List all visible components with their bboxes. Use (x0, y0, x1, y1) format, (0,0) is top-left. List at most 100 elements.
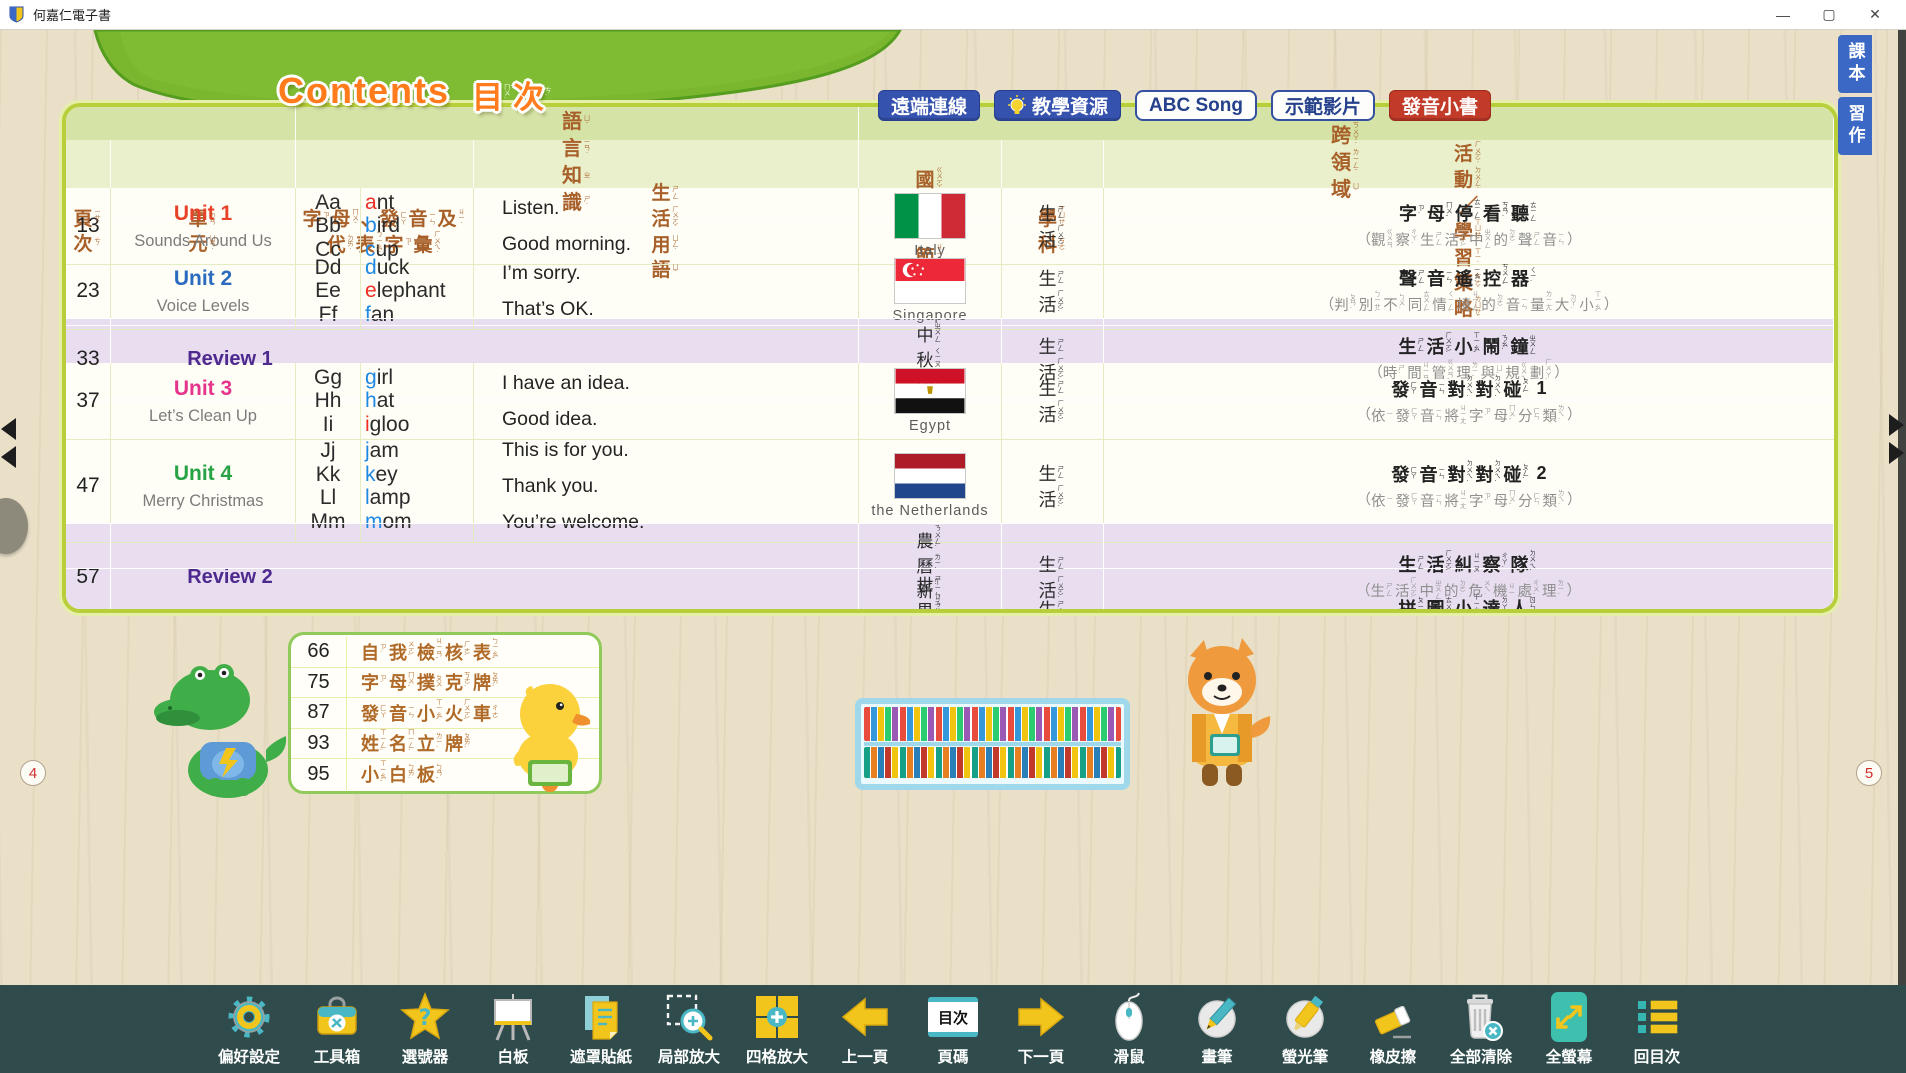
next-page-edge-arrow[interactable] (1889, 414, 1904, 436)
toolbar-label: 畫筆 (1202, 1045, 1233, 1067)
prev-page-edge-arrow[interactable] (1, 446, 16, 468)
page-widget-label: 目次 (938, 1007, 968, 1028)
tab-workbook[interactable]: 習作 (1838, 97, 1872, 155)
lightbulb-icon (1007, 94, 1027, 118)
phrase: Listen. (502, 190, 559, 226)
left-page-indicator: 4 (20, 760, 46, 786)
toolbar-number-picker[interactable]: ? 選號器 (394, 991, 456, 1067)
phrase: I’m sorry. (502, 255, 581, 291)
remote-connect-button[interactable]: 遠端連線 (878, 90, 980, 121)
extra-page-number: 66 (291, 637, 347, 667)
flag-egypt (894, 368, 966, 414)
activity-cell: 發ㄈㄚ音ㄧㄣ對ㄉㄨㄟˋ對ㄉㄨㄟˋ碰ㄆㄥˋ 1 （依ㄧ發ㄈㄚ音ㄧㄣ將ㄐㄧㄤ字ㄗˋ母… (1104, 363, 1834, 440)
toolbar-quad-zoom[interactable]: 四格放大 (746, 991, 808, 1067)
letter-pair: Jj (320, 439, 335, 463)
page-number: 61 (66, 568, 111, 613)
next-page-edge-arrow[interactable] (1889, 442, 1904, 464)
extra-page-number: 75 (291, 668, 347, 698)
toolbar-clear-all[interactable]: 全部清除 (1450, 991, 1512, 1067)
toolbar-eraser[interactable]: 橡皮擦 (1362, 991, 1424, 1067)
vocab-word: hat (365, 389, 394, 413)
svg-text:?: ? (419, 1006, 432, 1031)
minimize-button[interactable]: — (1760, 0, 1806, 29)
prev-page-tab[interactable] (0, 498, 28, 554)
letter-pair: Dd (315, 256, 342, 280)
extra-page-number: 87 (291, 698, 347, 728)
review-title: Final Review (115, 610, 345, 613)
app-logo-icon (8, 6, 25, 23)
vocab-word: girl (365, 366, 393, 390)
table-row-unit4: 47 Unit 4 Merry Christmas Jj Kk Ll Mm ja… (66, 430, 1834, 523)
page-title: Contents 目ㄇㄨˋ次ㄘˋ (278, 70, 554, 117)
bookshelf-row (864, 747, 1121, 778)
bookshelf-illustration (855, 698, 1130, 790)
phrase: I have an idea. (502, 365, 630, 401)
contents-title-en: Contents (278, 70, 450, 112)
tab-textbook[interactable]: 課本 (1838, 35, 1872, 93)
toolbar-page-number[interactable]: 目次 頁碼 (922, 991, 984, 1067)
prev-page-edge-arrow[interactable] (1, 418, 16, 440)
activity-title: 發ㄈㄚ音ㄧㄣ對ㄉㄨㄟˋ對ㄉㄨㄟˋ碰ㄆㄥˋ 1 (1391, 376, 1546, 402)
abc-song-button[interactable]: ABC Song (1135, 90, 1257, 121)
toolbar-label: 偏好設定 (218, 1045, 280, 1067)
bookshelf-shelf (864, 742, 1121, 746)
toolbar-label: 全部清除 (1450, 1045, 1512, 1067)
demo-video-button[interactable]: 示範影片 (1271, 90, 1375, 121)
toolbar-pen[interactable]: 畫筆 (1186, 991, 1248, 1067)
activity-title: 發ㄈㄚ音ㄧㄣ對ㄉㄨㄟˋ對ㄉㄨㄟˋ碰ㄆㄥˋ 2 (1391, 461, 1546, 487)
toolbar-prev-page[interactable]: 上一頁 (834, 991, 896, 1067)
flag-singapore (894, 258, 966, 304)
toolbar-whiteboard[interactable]: 白板 (482, 991, 544, 1067)
close-button[interactable]: ✕ (1852, 0, 1898, 29)
toolbar-mouse[interactable]: 滑鼠 (1098, 991, 1160, 1067)
page-canvas: Contents 目ㄇㄨˋ次ㄘˋ 遠端連線 教學資源 ABC Song 示範影片 (0, 30, 1906, 985)
toolbar-label: 選號器 (402, 1045, 449, 1067)
phonics-book-label: 發音小書 (1402, 92, 1478, 119)
subject-cell: 生ㄕㄥ活ㄏㄨㄛˊ (1002, 568, 1104, 613)
contents-table: 語ㄩˇ言ㄧㄢˊ知ㄓ識ㄕˋ 跨ㄎㄨㄚˋ領ㄌㄧㄥˇ域ㄩˋ 頁ㄧㄝˋ次ㄘˋ 單ㄉㄢ元ㄩ… (62, 103, 1838, 613)
table-row-review2: 57 Review 2 農ㄋㄨㄥˊ曆ㄌㄧˋ新ㄒㄧㄣ年ㄋㄧㄢˊ 生ㄕㄥ活ㄏㄨㄛˊ … (66, 523, 1834, 568)
arrow-right-icon (1013, 991, 1069, 1043)
toolbar-partial-zoom[interactable]: 局部放大 (658, 991, 720, 1067)
toolbar-toolbox[interactable]: 工具箱 (306, 991, 368, 1067)
phonics-book-button[interactable]: 發音小書 (1389, 90, 1491, 121)
maximize-button[interactable]: ▢ (1806, 0, 1852, 29)
review-title-cell: Final Review (111, 568, 859, 613)
toolbar-back-to-contents[interactable]: 回目次 (1626, 991, 1688, 1067)
teaching-resources-button[interactable]: 教學資源 (994, 90, 1121, 121)
toolbar-label: 白板 (497, 1045, 528, 1067)
extra-page-number: 95 (291, 759, 347, 790)
unit-title: Unit 3 (174, 373, 232, 405)
toolbar-preferences[interactable]: 偏好設定 (218, 991, 280, 1067)
vocab-word: duck (365, 256, 409, 280)
country-cell: Egypt (859, 363, 1002, 440)
vocab-word: ant (365, 191, 394, 215)
toolbar-fullscreen[interactable]: 全螢幕 (1538, 991, 1600, 1067)
toolbar-mask-sticker[interactable]: 遮罩貼紙 (570, 991, 632, 1067)
subject-cell: 生ㄕㄥ活ㄏㄨㄛˊ (1002, 363, 1104, 440)
trash-clear-icon (1453, 991, 1509, 1043)
activity-title: 字ㄗˋ母ㄇㄨˇ停ㄊㄧㄥˊ看ㄎㄢˋ聽ㄊㄧㄥ (1399, 200, 1539, 226)
toolbar-highlighter[interactable]: 螢光筆 (1274, 991, 1336, 1067)
phrase: Thank you. (502, 468, 598, 504)
phrase: This is for you. (502, 432, 629, 468)
letter-pair: Ee (315, 279, 341, 303)
unit-subtitle: Sounds Around Us (134, 229, 272, 254)
toolbar-label: 上一頁 (842, 1045, 889, 1067)
activity-note: （判ㄆㄢˋ別ㄅㄧㄝˊ不ㄅㄨˋ同ㄊㄨㄥˊ情ㄑㄧㄥˊ境ㄐㄧㄥˋ的ㄉㄜ˙音ㄧㄣ量ㄌㄧㄤ… (1320, 292, 1619, 318)
activity-cell: 拼ㄆㄧㄣ圖ㄊㄨˊ小ㄒㄧㄠˇ達ㄉㄚˊ人ㄖㄣˊ （大ㄉㄚˋ小ㄒㄧㄠˇ寫ㄒㄧㄝˇ字ㄗˋ… (1104, 568, 1834, 613)
bookshelf-row (864, 707, 1121, 741)
extra-title: 字ㄗˋ母ㄇㄨˇ撲ㄆㄨ克ㄎㄜˋ牌ㄆㄞˊ (347, 669, 501, 695)
letter-pair: Aa (315, 191, 341, 215)
table-row-review1: 33 Review 1 中ㄓㄨㄥ秋ㄑㄧㄡ節ㄐㄧㄝˊ 生ㄕㄥ活ㄏㄨㄛˊ 生ㄕㄥ活ㄏ… (66, 318, 1834, 363)
unit-subtitle: Let’s Clean Up (149, 404, 257, 429)
activity-note: （觀ㄍㄨㄢ察ㄔㄚˊ生ㄕㄥ活ㄏㄨㄛˊ中ㄓㄨㄥ的ㄉㄜ˙聲ㄕㄥ音ㄧㄣ） (1357, 227, 1582, 253)
quick-links: 遠端連線 教學資源 ABC Song 示範影片 發音小書 (878, 90, 1491, 121)
remote-connect-label: 遠端連線 (891, 92, 967, 119)
toolbar-next-page[interactable]: 下一頁 (1010, 991, 1072, 1067)
gear-icon (221, 991, 277, 1043)
unit-subtitle: Merry Christmas (142, 489, 263, 514)
arrow-left-icon (837, 991, 893, 1043)
activity-title: 聲ㄕㄥ音ㄧㄣ遙ㄧㄠˊ控ㄎㄨㄥˋ器ㄑㄧˋ (1399, 265, 1539, 291)
pen-icon (1189, 991, 1245, 1043)
